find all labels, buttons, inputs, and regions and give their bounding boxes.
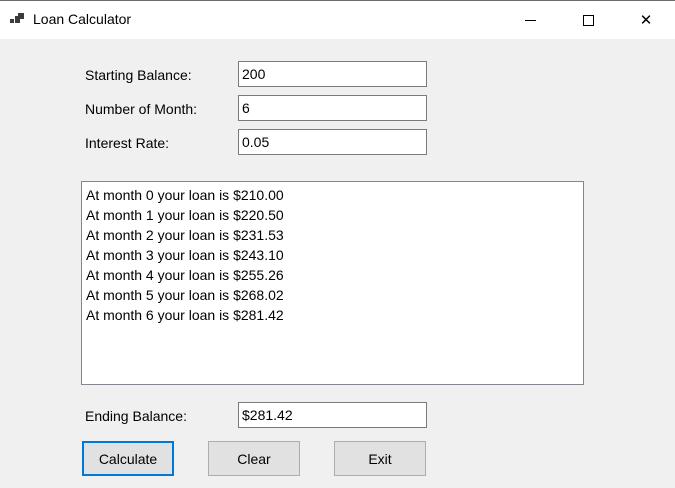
- window-title: Loan Calculator: [33, 11, 132, 27]
- minimize-button[interactable]: [501, 1, 559, 39]
- close-icon: ✕: [639, 11, 653, 29]
- starting-balance-input[interactable]: 200: [238, 61, 427, 87]
- title-bar[interactable]: Loan Calculator ✕: [0, 1, 675, 39]
- list-item[interactable]: At month 4 your loan is $255.26: [86, 265, 579, 285]
- interest-rate-label: Interest Rate:: [85, 135, 170, 151]
- exit-button[interactable]: Exit: [334, 441, 426, 476]
- list-item[interactable]: At month 2 your loan is $231.53: [86, 225, 579, 245]
- months-input[interactable]: 6: [238, 95, 427, 121]
- starting-balance-label: Starting Balance:: [85, 67, 192, 83]
- list-item[interactable]: At month 1 your loan is $220.50: [86, 205, 579, 225]
- loan-calculator-window: Loan Calculator ✕ Starting Balance: 200 …: [0, 0, 675, 488]
- close-button[interactable]: ✕: [617, 1, 675, 39]
- maximize-icon: [582, 14, 594, 26]
- calculate-button[interactable]: Calculate: [82, 441, 174, 476]
- ending-balance-label: Ending Balance:: [85, 408, 187, 424]
- interest-rate-input[interactable]: 0.05: [238, 129, 427, 155]
- list-item[interactable]: At month 3 your loan is $243.10: [86, 245, 579, 265]
- maximize-button[interactable]: [559, 1, 617, 39]
- list-item[interactable]: At month 6 your loan is $281.42: [86, 305, 579, 325]
- list-item[interactable]: At month 0 your loan is $210.00: [86, 185, 579, 205]
- minimize-icon: [524, 19, 536, 21]
- list-item[interactable]: At month 5 your loan is $268.02: [86, 285, 579, 305]
- results-listbox[interactable]: At month 0 your loan is $210.00 At month…: [81, 181, 584, 385]
- months-label: Number of Month:: [85, 101, 198, 117]
- clear-button[interactable]: Clear: [208, 441, 300, 476]
- app-icon: [10, 13, 25, 26]
- ending-balance-field[interactable]: $281.42: [238, 402, 427, 428]
